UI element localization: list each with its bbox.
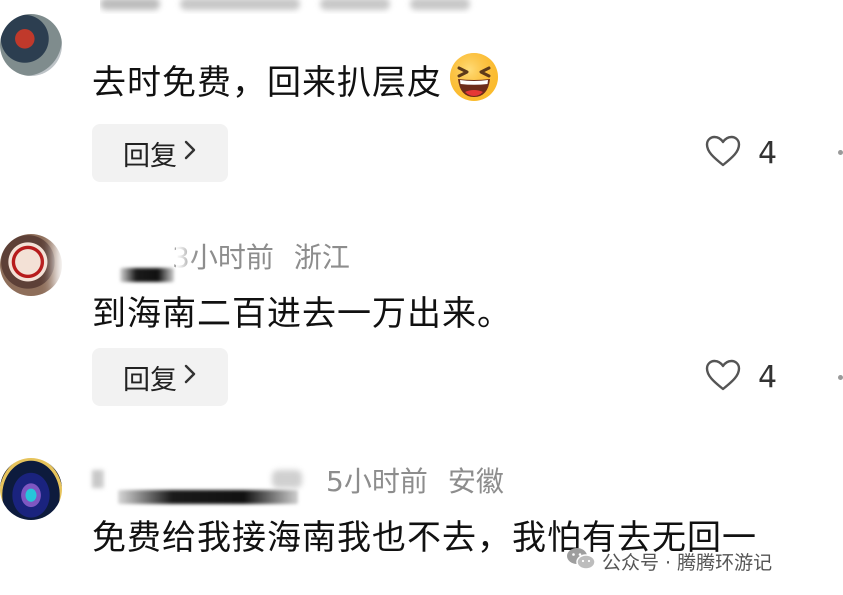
like-button[interactable]: 4 — [704, 134, 777, 172]
avatar[interactable] — [0, 458, 62, 520]
redaction-overlay — [120, 440, 180, 496]
comment-text: 去时免费，回来扒层皮 — [92, 53, 500, 112]
heart-outline-icon — [704, 358, 742, 396]
redaction-bar — [120, 268, 174, 282]
comment-text: 到海南二百进去一万出来。 — [92, 294, 512, 334]
avatar[interactable] — [0, 14, 62, 76]
comment-location: 浙江 — [293, 241, 350, 274]
like-button[interactable]: 4 — [704, 358, 777, 396]
comment-time: 5小时前 — [326, 465, 428, 498]
wechat-icon — [566, 546, 596, 577]
avatar[interactable] — [0, 234, 62, 296]
grinning-squinting-face-icon — [448, 51, 500, 112]
watermark-text: 公众号 · 腾腾环游记 — [602, 552, 773, 574]
reply-button[interactable]: 回复 — [92, 348, 228, 406]
redaction-bar — [118, 490, 298, 504]
more-indicator[interactable] — [838, 150, 843, 155]
comment-meta: 3小时前 浙江 — [172, 236, 350, 276]
reply-label: 回复 — [123, 364, 177, 396]
like-count: 4 — [758, 359, 778, 395]
comment-time: 3小时前 — [172, 241, 274, 274]
heart-outline-icon — [704, 134, 742, 172]
cropped-meta — [100, 0, 480, 14]
chevron-right-icon — [183, 138, 197, 168]
comment-meta: 5小时前 安徽 — [326, 460, 504, 500]
reply-label: 回复 — [123, 140, 177, 172]
reply-button[interactable]: 回复 — [92, 124, 228, 182]
like-count: 4 — [758, 135, 778, 171]
comment-location: 安徽 — [447, 465, 504, 498]
chevron-right-icon — [183, 362, 197, 392]
comment-list: 去时免费，回来扒层皮 回复 4 3小时前 浙江 到海南二百进去一万出来。 回复 … — [0, 0, 843, 595]
more-indicator[interactable] — [838, 375, 843, 380]
watermark: 公众号 · 腾腾环游记 — [566, 546, 772, 577]
